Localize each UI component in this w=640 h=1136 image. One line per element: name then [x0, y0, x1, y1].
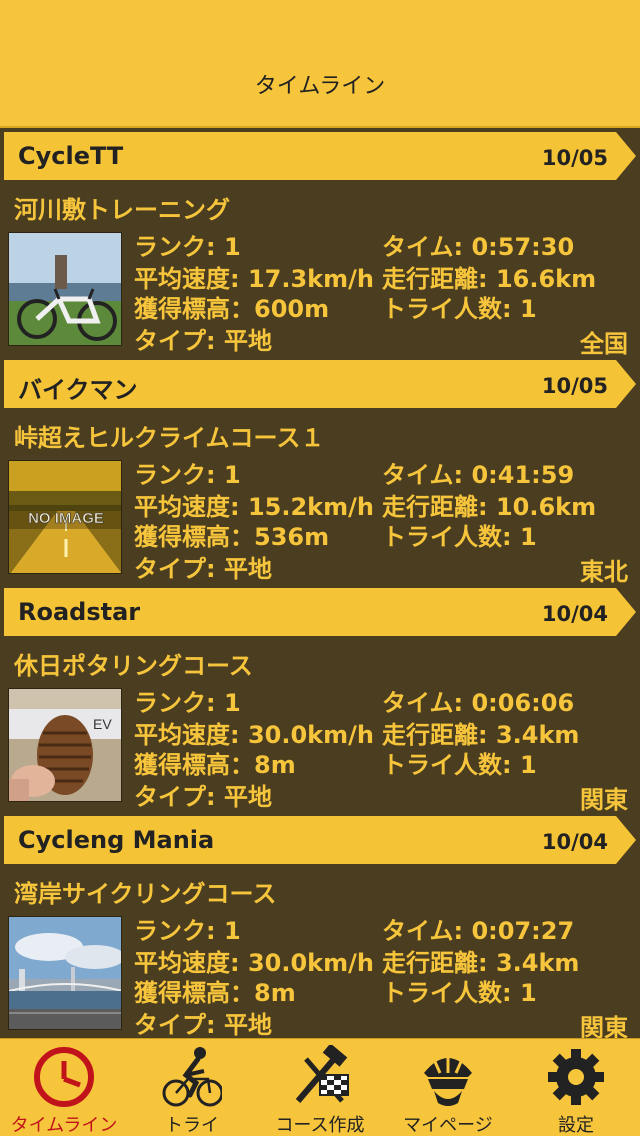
tab-mypage[interactable]: マイページ [384, 1039, 512, 1136]
nav-header: タイムライン [0, 0, 640, 128]
entry-username[interactable]: Cycleng Mania [18, 826, 214, 854]
type-stat: タイプ: 平地 [134, 783, 272, 811]
rank-stat: ランク: 1 [134, 917, 241, 945]
type-stat: タイプ: 平地 [134, 327, 272, 355]
time-stat: タイム: 0:06:06 [382, 689, 575, 717]
course-thumbnail[interactable]: ЕV [8, 688, 122, 802]
entry-banner: CycleTT 10/05 [4, 132, 636, 180]
timeline-entry[interactable]: Cycleng Mania 10/04 湾岸サイクリングコース ランク: 1 タ… [0, 814, 640, 1038]
elevation-stat: 獲得標高：600m [134, 295, 330, 323]
rank-stat: ランク: 1 [134, 461, 241, 489]
course-thumbnail[interactable]: NO IMAGE [8, 460, 122, 574]
tab-course-create[interactable]: コース作成 [256, 1039, 384, 1136]
clock-icon [34, 1045, 94, 1109]
tab-settings[interactable]: 設定 [512, 1039, 640, 1136]
helmet-rider-icon [418, 1045, 478, 1109]
avg-speed-stat: 平均速度: 17.3km/h [134, 265, 374, 293]
time-stat: タイム: 0:07:27 [382, 917, 575, 945]
region-label: 全国 [580, 330, 628, 358]
elevation-stat: 獲得標高：536m [134, 523, 330, 551]
course-name[interactable]: 河川敷トレーニング [14, 190, 230, 225]
tools-flag-icon [290, 1045, 350, 1109]
entry-username[interactable]: Roadstar [18, 598, 140, 626]
time-stat: タイム: 0:57:30 [382, 233, 575, 261]
tab-label: トライ [165, 1115, 219, 1136]
cyclist-icon [162, 1045, 222, 1109]
entry-username[interactable]: バイクマン [18, 370, 138, 405]
entry-date: 10/05 [541, 146, 608, 170]
tab-try[interactable]: トライ [128, 1039, 256, 1136]
page-title: タイムライン [254, 74, 386, 99]
distance-stat: 走行距離: 3.4km [382, 949, 580, 977]
tries-stat: トライ人数: 1 [382, 751, 537, 779]
tab-label: タイムライン [10, 1115, 118, 1136]
type-stat: タイプ: 平地 [134, 555, 272, 583]
avg-speed-stat: 平均速度: 30.0km/h [134, 721, 374, 749]
region-label: 関東 [580, 786, 628, 814]
timeline-feed[interactable]: CycleTT 10/05 河川敷トレーニング ランク: 1 タイム: 0:57… [0, 130, 640, 1038]
entry-date: 10/04 [541, 602, 608, 626]
course-thumbnail[interactable] [8, 232, 122, 346]
tries-stat: トライ人数: 1 [382, 295, 537, 323]
elevation-stat: 獲得標高：8m [134, 979, 296, 1007]
entry-date: 10/04 [541, 830, 608, 854]
type-stat: タイプ: 平地 [134, 1011, 272, 1038]
svg-text:ЕV: ЕV [93, 716, 112, 732]
tries-stat: トライ人数: 1 [382, 979, 537, 1007]
entry-banner: Roadstar 10/04 [4, 588, 636, 636]
tab-timeline[interactable]: タイムライン [0, 1039, 128, 1136]
course-name[interactable]: 湾岸サイクリングコース [14, 874, 276, 909]
entry-username[interactable]: CycleTT [18, 142, 123, 170]
no-image-text: NO IMAGE [28, 510, 104, 527]
entry-banner: バイクマン 10/05 [4, 360, 636, 408]
course-name[interactable]: 休日ポタリングコース [14, 646, 253, 681]
timeline-entry[interactable]: バイクマン 10/05 峠超えヒルクライムコース１ NO IMAGE ランク: … [0, 358, 640, 586]
rank-stat: ランク: 1 [134, 233, 241, 261]
region-label: 東北 [580, 558, 628, 586]
tab-label: マイページ [403, 1115, 493, 1136]
time-stat: タイム: 0:41:59 [382, 461, 575, 489]
gear-icon [546, 1045, 606, 1109]
region-label: 関東 [580, 1014, 628, 1038]
entry-banner: Cycleng Mania 10/04 [4, 816, 636, 864]
course-name[interactable]: 峠超えヒルクライムコース１ [14, 418, 324, 453]
avg-speed-stat: 平均速度: 30.0km/h [134, 949, 374, 977]
course-thumbnail[interactable] [8, 916, 122, 1030]
avg-speed-stat: 平均速度: 15.2km/h [134, 493, 374, 521]
timeline-entry[interactable]: Roadstar 10/04 休日ポタリングコース ЕV ランク: 1 タイム:… [0, 586, 640, 814]
distance-stat: 走行距離: 16.6km [382, 265, 597, 293]
tab-label: コース作成 [275, 1115, 365, 1136]
distance-stat: 走行距離: 3.4km [382, 721, 580, 749]
rank-stat: ランク: 1 [134, 689, 241, 717]
tab-label: 設定 [558, 1115, 594, 1136]
entry-date: 10/05 [541, 374, 608, 398]
tab-bar: タイムライン トライ コース作成 マイページ 設定 [0, 1038, 640, 1136]
distance-stat: 走行距離: 10.6km [382, 493, 597, 521]
timeline-entry[interactable]: CycleTT 10/05 河川敷トレーニング ランク: 1 タイム: 0:57… [0, 130, 640, 358]
elevation-stat: 獲得標高：8m [134, 751, 296, 779]
tries-stat: トライ人数: 1 [382, 523, 537, 551]
